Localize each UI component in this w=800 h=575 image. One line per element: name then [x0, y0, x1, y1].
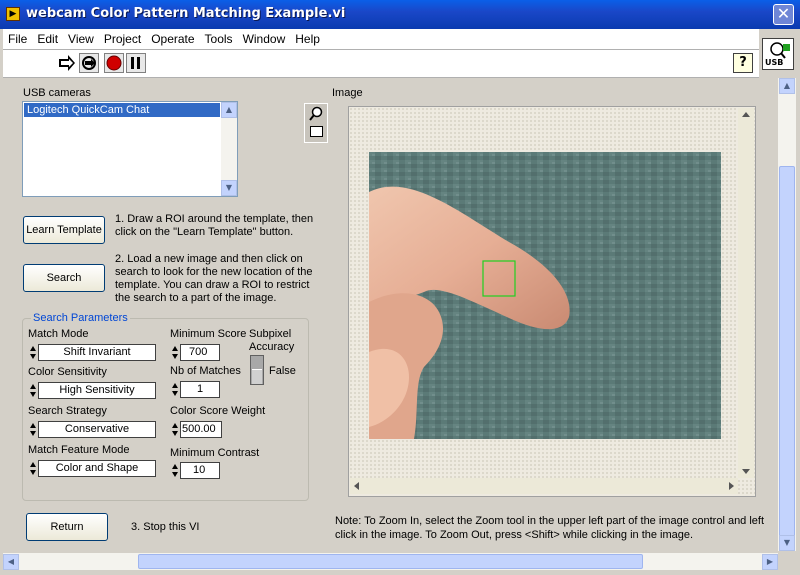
window-vertical-thumb[interactable] [779, 166, 795, 541]
return-button[interactable]: Return [26, 513, 108, 541]
color-score-weight-value[interactable]: 500.00 [180, 421, 222, 438]
menu-help[interactable]: Help [290, 29, 325, 46]
menu-edit[interactable]: Edit [32, 29, 63, 46]
minimum-score-increment[interactable] [171, 344, 179, 361]
minimum-score-control[interactable]: 700 [171, 344, 221, 361]
menu-bar: File Edit View Project Operate Tools Window Hel… [3, 29, 759, 50]
rectangle-roi-tool-icon[interactable] [310, 126, 323, 137]
help-icon[interactable]: ? [733, 53, 753, 73]
search-strategy-ring[interactable]: Conservative [29, 421, 157, 438]
image-tools-palette [304, 103, 328, 143]
minimum-score-value[interactable]: 700 [180, 344, 220, 361]
labview-window: ▶ webcam Color Pattern Matching Example.… [0, 0, 800, 575]
zoom-note: Note: To Zoom In, select the Zoom tool i… [335, 515, 765, 541]
run-arrow-icon[interactable] [57, 53, 77, 73]
match-mode-ring[interactable]: Shift Invariant [29, 344, 157, 361]
image-horizontal-scrollbar[interactable] [350, 478, 738, 494]
usb-cameras-label: USB cameras [23, 87, 91, 99]
minimum-score-label: Minimum Score [170, 328, 247, 340]
nb-matches-value[interactable]: 1 [180, 381, 220, 398]
image-scroll-left-icon[interactable] [354, 482, 359, 490]
camera-list-scrollbar[interactable]: ▲ ▼ [221, 102, 237, 196]
window-vertical-scrollbar[interactable]: ▲ ▼ [778, 78, 796, 551]
abort-icon[interactable] [104, 53, 124, 73]
color-sensitivity-increment[interactable] [29, 382, 37, 399]
toggle-knob [252, 369, 262, 384]
subpixel-accuracy-state: False [269, 365, 296, 377]
color-sensitivity-label: Color Sensitivity [28, 366, 107, 378]
menu-project[interactable]: Project [99, 29, 146, 46]
match-feature-mode-ring[interactable]: Color and Shape [29, 460, 157, 477]
run-continuously-icon[interactable] [79, 53, 99, 73]
scroll-down-icon[interactable]: ▼ [221, 180, 237, 196]
image-scroll-right-icon[interactable] [729, 482, 734, 490]
color-sensitivity-ring[interactable]: High Sensitivity [29, 382, 157, 399]
search-parameters-title: Search Parameters [31, 312, 130, 324]
search-strategy-increment[interactable] [29, 421, 37, 438]
step3-instruction: 3. Stop this VI [131, 521, 200, 533]
match-feature-mode-label: Match Feature Mode [28, 444, 130, 456]
menu-file[interactable]: File [3, 29, 32, 46]
labview-app-icon: ▶ [6, 7, 20, 21]
step1-instruction: 1. Draw a ROI around the template, then … [115, 213, 314, 238]
window-scroll-right-icon[interactable]: ▶ [762, 554, 778, 570]
menu-view[interactable]: View [63, 29, 99, 46]
minimum-contrast-label: Minimum Contrast [170, 447, 260, 459]
subpixel-accuracy-toggle[interactable] [250, 355, 264, 385]
image-vertical-scrollbar[interactable] [738, 108, 754, 478]
nb-matches-increment[interactable] [171, 381, 179, 398]
vi-icon-text: USB [765, 58, 784, 67]
nb-matches-label: Nb of Matches [170, 365, 241, 377]
pause-icon[interactable] [126, 53, 146, 73]
window-scroll-left-icon[interactable]: ◀ [3, 554, 19, 570]
window-horizontal-scrollbar[interactable]: ◀ ▶ [3, 553, 778, 570]
image-scroll-up-icon[interactable] [742, 112, 750, 117]
window-scroll-down-icon[interactable]: ▼ [779, 535, 795, 551]
color-score-weight-control[interactable]: 500.00 [171, 421, 222, 438]
close-button[interactable]: ✕ [773, 4, 794, 25]
match-feature-mode-increment[interactable] [29, 460, 37, 477]
step2-instruction: 2. Load a new image and then click on se… [115, 253, 313, 304]
match-feature-mode-value[interactable]: Color and Shape [38, 460, 156, 477]
window-horizontal-thumb[interactable] [138, 554, 643, 569]
search-strategy-value[interactable]: Conservative [38, 421, 156, 438]
match-mode-label: Match Mode [28, 328, 89, 340]
toolbar: ? [3, 50, 759, 78]
camera-list-item[interactable]: Logitech QuickCam Chat [24, 103, 220, 117]
vi-icon: USB [762, 38, 794, 70]
match-mode-value[interactable]: Shift Invariant [38, 344, 156, 361]
webcam-image[interactable] [369, 152, 721, 439]
search-strategy-label: Search Strategy [28, 405, 107, 417]
title-bar: ▶ webcam Color Pattern Matching Example.… [0, 0, 800, 29]
subpixel-accuracy-label: Subpixel Accuracy [249, 328, 295, 353]
menu-operate[interactable]: Operate [146, 29, 199, 46]
color-sensitivity-value[interactable]: High Sensitivity [38, 382, 156, 399]
match-mode-increment[interactable] [29, 344, 37, 361]
nb-matches-control[interactable]: 1 [171, 381, 221, 398]
zoom-tool-icon[interactable] [308, 106, 324, 122]
color-score-weight-label: Color Score Weight [170, 405, 266, 417]
color-score-weight-increment[interactable] [171, 421, 179, 438]
search-button[interactable]: Search [23, 264, 105, 292]
image-scroll-down-icon[interactable] [742, 469, 750, 474]
minimum-contrast-value[interactable]: 10 [180, 462, 220, 479]
menu-window[interactable]: Window [238, 29, 291, 46]
minimum-contrast-control[interactable]: 10 [171, 462, 221, 479]
scroll-up-icon[interactable]: ▲ [221, 102, 237, 118]
window-title: webcam Color Pattern Matching Example.vi [26, 6, 346, 21]
image-label: Image [332, 87, 363, 99]
learn-template-button[interactable]: Learn Template [23, 216, 105, 244]
minimum-contrast-increment[interactable] [171, 462, 179, 479]
usb-cameras-listbox[interactable]: Logitech QuickCam Chat ▲ ▼ [22, 101, 238, 197]
window-scroll-up-icon[interactable]: ▲ [779, 78, 795, 94]
menu-tools[interactable]: Tools [200, 29, 238, 46]
